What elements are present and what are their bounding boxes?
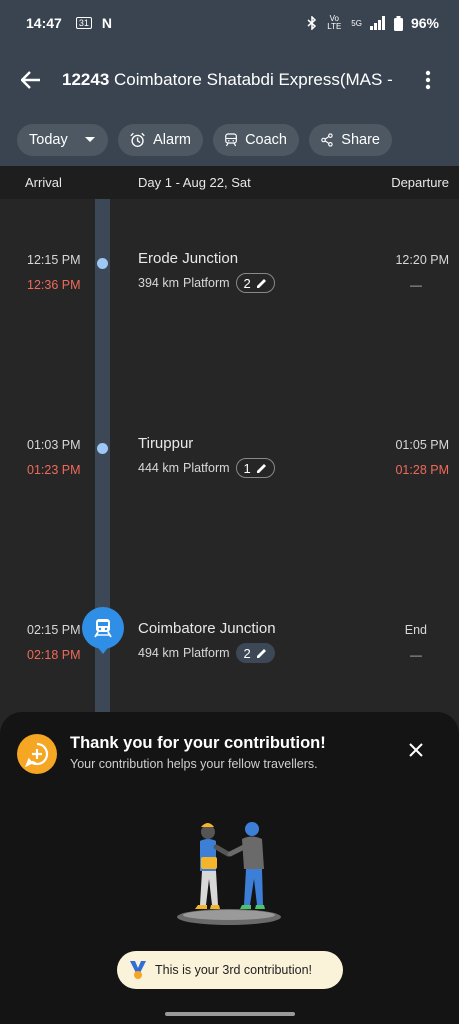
actual-departure: — [410,648,422,662]
contribution-add-icon [17,734,57,774]
close-button[interactable] [400,734,432,766]
actual-departure: 01:28 PM [395,463,449,477]
5g-label: 5G [351,18,362,28]
pencil-icon [256,648,266,658]
sheet-title: Thank you for your contribution! [70,734,326,752]
medal-icon [130,961,146,979]
status-bar: 14:47 31 N Vo LTE 5G 96% [0,0,459,46]
coach-chip-label: Coach [245,132,287,148]
schedule-column-header: Arrival Day 1 - Aug 22, Sat Departure [0,166,459,199]
alarm-chip-label: Alarm [153,132,191,148]
scheduled-departure: 12:20 PM [395,253,449,267]
scheduled-departure: End [404,623,427,637]
arrival-header: Arrival [25,175,62,190]
scheduled-arrival: 01:03 PM [27,438,81,452]
scheduled-departure: 01:05 PM [395,438,449,452]
action-chips: Today Alarm Coach Share [17,124,392,156]
notification-letter-icon: N [101,15,112,31]
platform-label: Platform [183,646,230,660]
train-name: Coimbatore Shatabdi Express(MAS - C... [114,70,398,89]
actual-departure: — [410,278,422,292]
contribution-count-toast: This is your 3rd contribution! [117,951,343,989]
share-chip[interactable]: Share [309,124,392,156]
train-number: 12243 [62,70,110,89]
station-name: Tiruppur [138,435,194,452]
home-indicator[interactable] [165,1012,295,1016]
station-name: Erode Junction [138,250,239,267]
bluetooth-icon [307,16,317,30]
scheduled-arrival: 02:15 PM [27,623,81,637]
station-dot-icon [97,258,108,269]
share-chip-label: Share [341,132,380,148]
more-vert-icon [425,70,431,90]
volte-icon: Vo LTE [327,14,342,31]
more-options-button[interactable] [398,46,458,114]
calendar-icon: 31 [75,17,92,29]
today-chip[interactable]: Today [17,124,108,156]
train-title: 12243 Coimbatore Shatabdi Express(MAS - … [62,70,398,90]
platform-edit-badge[interactable]: 2 [235,273,275,293]
station-row[interactable]: 01:03 PM 01:23 PM Tiruppur 444 km Platfo… [0,435,459,498]
train-position-icon [82,607,124,649]
station-distance: 494 km [138,646,179,660]
station-distance: 444 km [138,461,179,475]
pencil-icon [256,278,266,288]
app-bar: 12243 Coimbatore Shatabdi Express(MAS - … [0,46,459,166]
close-icon [409,743,423,757]
alarm-clock-icon [130,132,145,147]
platform-edit-badge[interactable]: 1 [235,458,275,478]
battery-percent: 96% [410,15,439,31]
scheduled-arrival: 12:15 PM [27,253,81,267]
station-row[interactable]: 12:15 PM 12:36 PM Erode Junction 394 km … [0,250,459,313]
station-dot-icon [97,443,108,454]
alarm-chip[interactable]: Alarm [118,124,203,156]
departure-header: Departure [391,175,449,190]
platform-number: 1 [243,460,251,476]
handshake-illustration [177,822,281,925]
share-icon [321,133,333,147]
platform-number: 2 [243,645,251,661]
today-chip-label: Today [29,132,68,148]
battery-icon [393,15,403,31]
coach-chip[interactable]: Coach [213,124,299,156]
train-icon [225,133,237,147]
pencil-icon [256,463,266,473]
station-name: Coimbatore Junction [138,620,276,637]
platform-label: Platform [183,461,230,475]
toast-text: This is your 3rd contribution! [155,963,313,977]
back-button[interactable] [0,46,62,114]
chevron-down-icon [85,137,95,142]
signal-icon [369,16,385,30]
back-arrow-icon [21,71,40,89]
station-row[interactable]: 02:15 PM 02:18 PM Coimbatore Junction 49… [0,607,459,683]
platform-label: Platform [183,276,230,290]
day-header: Day 1 - Aug 22, Sat [138,175,251,190]
station-distance: 394 km [138,276,179,290]
platform-edit-badge[interactable]: 2 [235,643,275,663]
actual-arrival: 01:23 PM [27,463,81,477]
contribution-bottom-sheet: Thank you for your contribution! Your co… [0,712,459,1024]
platform-number: 2 [243,275,251,291]
sheet-subtitle: Your contribution helps your fellow trav… [70,757,318,771]
actual-arrival: 12:36 PM [27,278,81,292]
actual-arrival: 02:18 PM [27,648,81,662]
status-time: 14:47 [26,15,62,31]
